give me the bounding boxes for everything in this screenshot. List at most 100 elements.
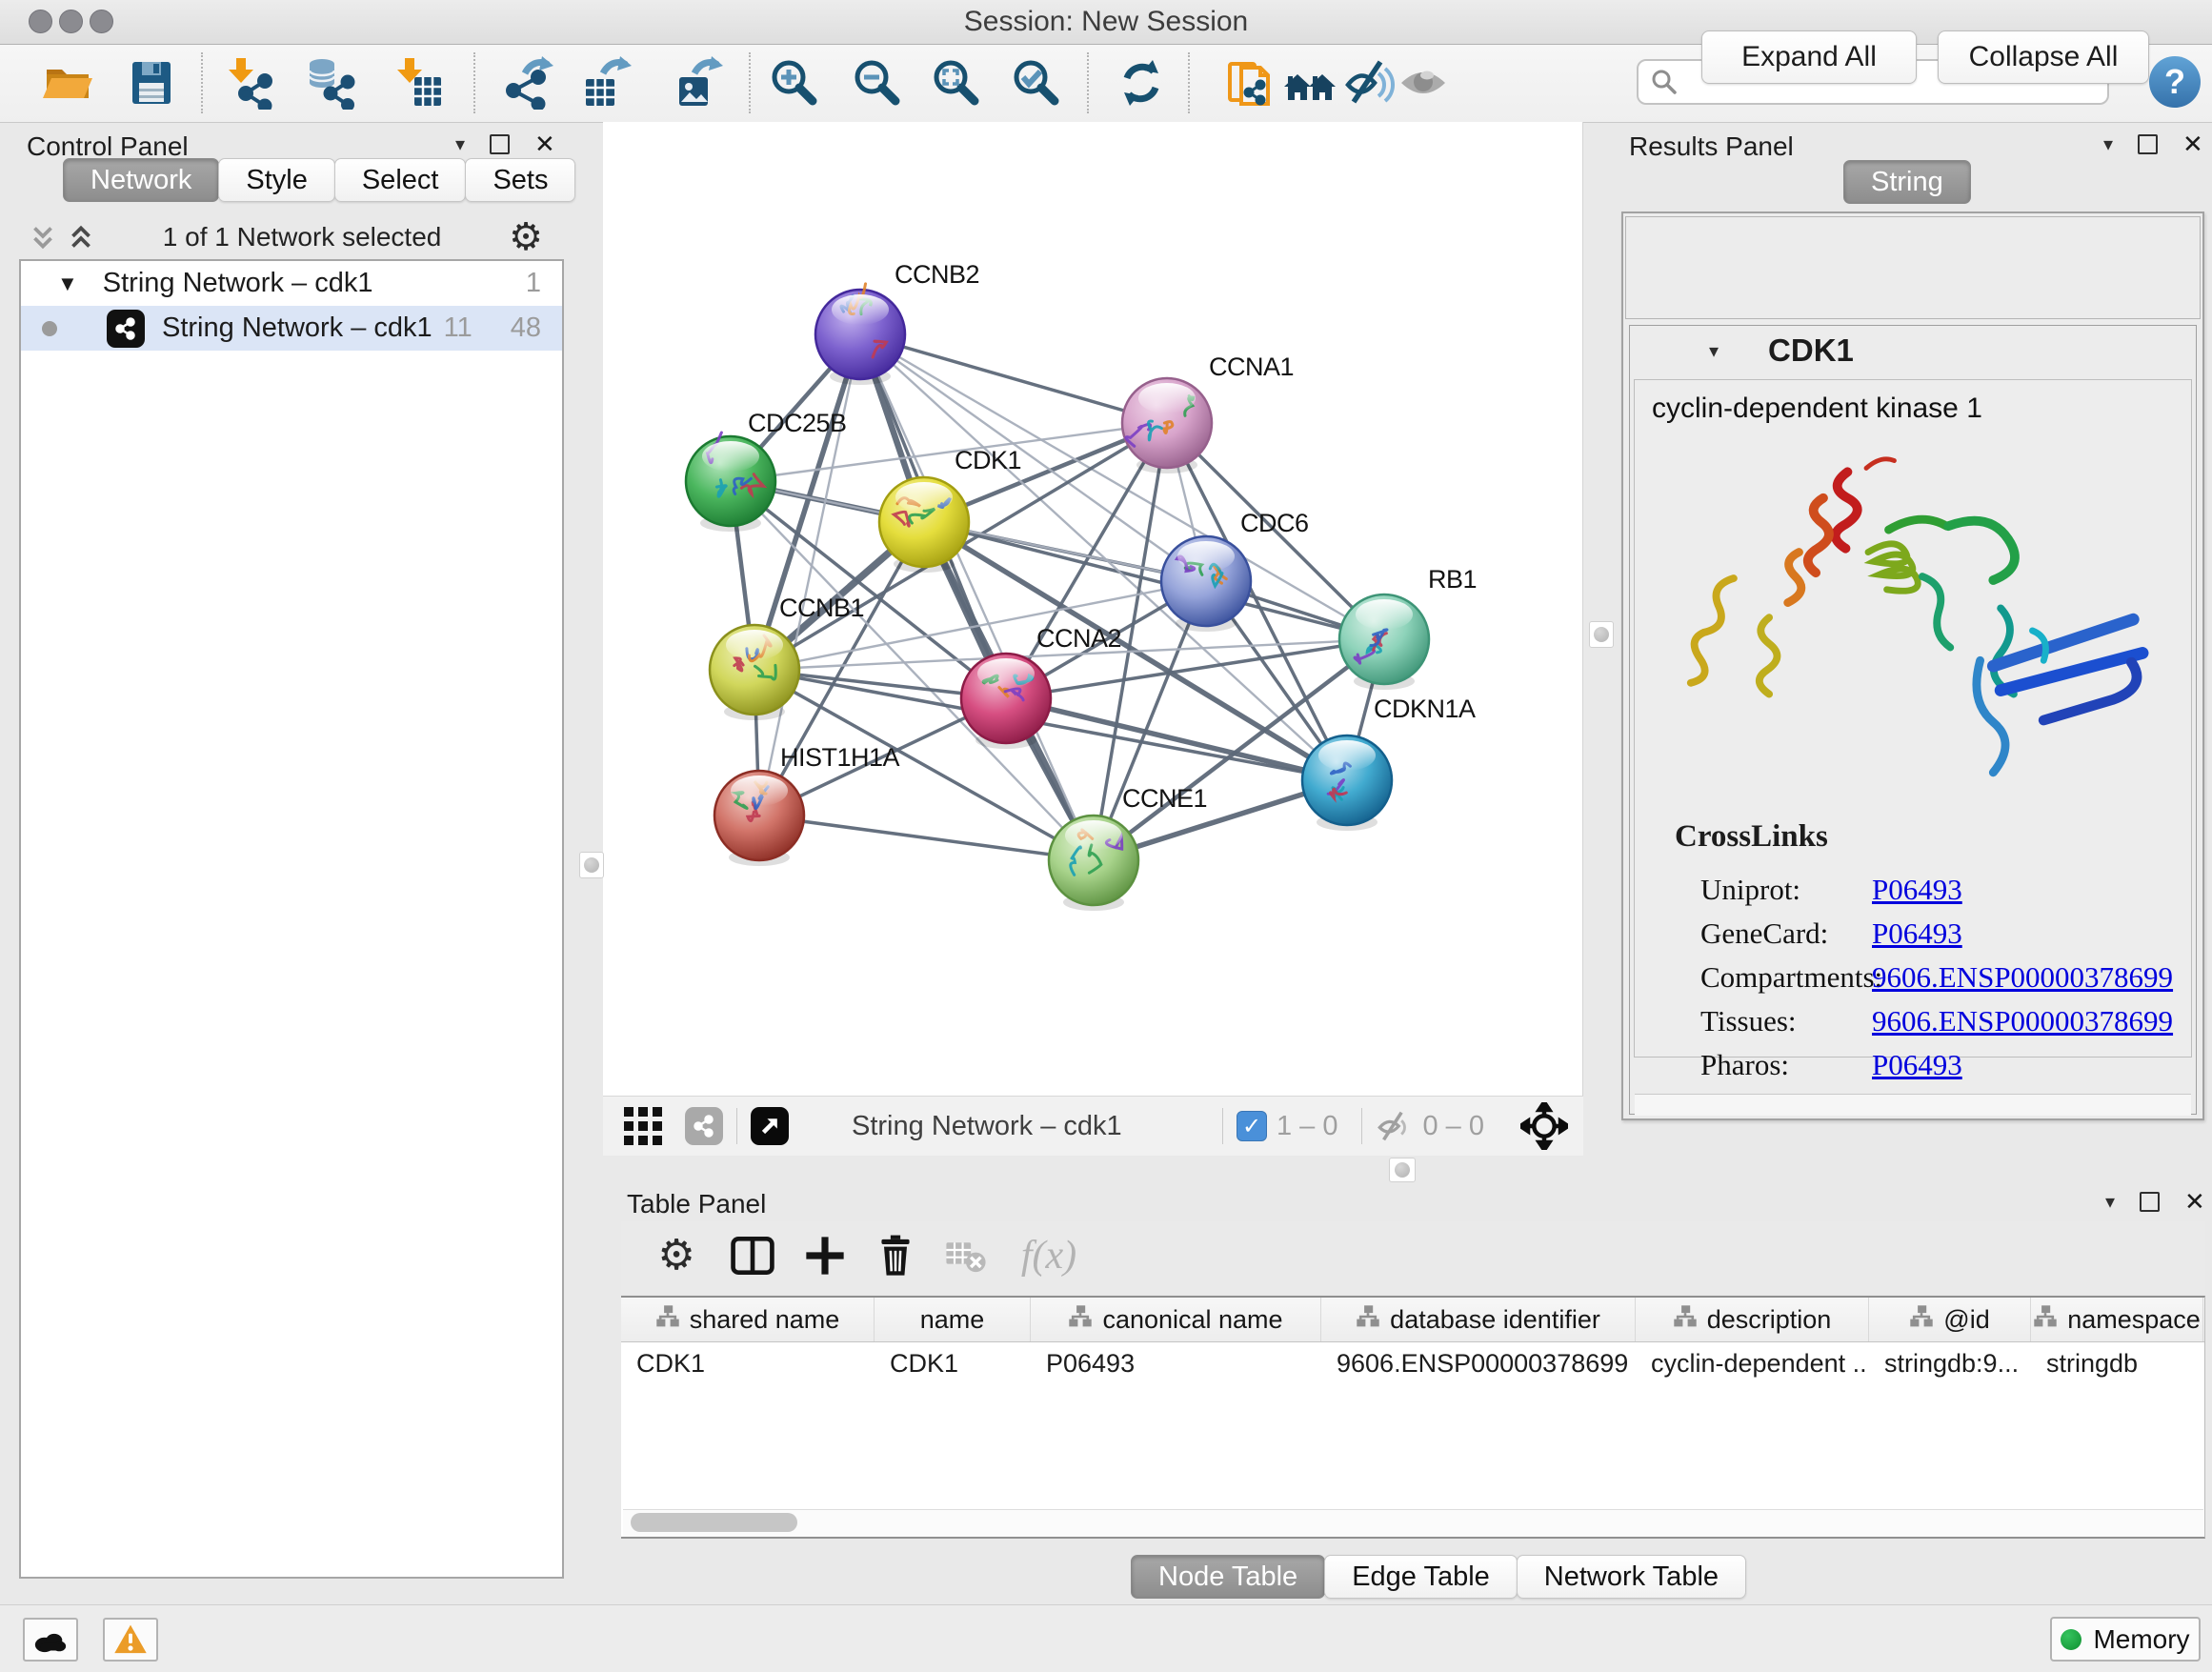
column-header--id[interactable]: @id	[1869, 1298, 2031, 1341]
cloud-button[interactable]	[23, 1618, 78, 1662]
cell-namespace[interactable]: stringdb	[2031, 1349, 2203, 1379]
crosslink-link[interactable]: 9606.ENSP00000378699	[1872, 1004, 2173, 1048]
gene-section-header[interactable]: ▾ CDK1	[1629, 325, 2197, 376]
expand-all-button[interactable]: Expand All	[1701, 30, 1917, 84]
node-CDKN1A[interactable]	[1302, 735, 1392, 831]
collapse-panel-icon[interactable]: ▾	[455, 132, 465, 156]
column-header-description[interactable]: description	[1636, 1298, 1869, 1341]
node-CCNB1[interactable]	[710, 625, 799, 720]
column-header-namespace[interactable]: namespace	[2031, 1298, 2203, 1341]
node-CCNE1[interactable]	[1049, 816, 1138, 911]
bottom-splitter-handle[interactable]	[1389, 1158, 1416, 1182]
create-column-icon[interactable]	[796, 1227, 854, 1284]
left-splitter-handle[interactable]	[579, 852, 604, 878]
memory-button[interactable]: Memory	[2050, 1617, 2201, 1662]
string-view-icon[interactable]	[685, 1107, 723, 1145]
edge-HIST1H1A-CCNE1[interactable]	[759, 816, 1094, 860]
cell-canonical-name[interactable]: P06493	[1031, 1349, 1321, 1379]
zoom-fit-icon[interactable]	[929, 55, 984, 111]
crosslink-link[interactable]: P06493	[1872, 917, 1962, 960]
export-image-icon[interactable]	[669, 55, 724, 111]
collapse-panel-icon[interactable]: ▾	[2103, 132, 2113, 156]
network-from-selection-icon[interactable]	[1225, 55, 1280, 111]
results-scrollbar[interactable]	[1635, 1094, 2191, 1116]
tab-network[interactable]: Network	[63, 158, 219, 202]
network-row[interactable]: String Network – cdk1 11 48	[21, 306, 562, 351]
crosshair-move-icon[interactable]	[1520, 1102, 1568, 1150]
cell-database-identifier[interactable]: 9606.ENSP00000378699	[1321, 1349, 1636, 1379]
hide-selected-icon[interactable]	[1341, 55, 1397, 111]
delete-column-icon[interactable]	[867, 1227, 924, 1284]
cell-shared-name[interactable]: CDK1	[621, 1349, 875, 1379]
float-panel-icon[interactable]	[2138, 134, 2158, 154]
tab-string[interactable]: String	[1843, 160, 1970, 204]
cell--id[interactable]: stringdb:9...	[1869, 1349, 2031, 1379]
network-collection-row[interactable]: ▼ String Network – cdk1 1	[21, 261, 562, 306]
node-CDK1[interactable]	[879, 477, 969, 573]
tab-network-table[interactable]: Network Table	[1517, 1555, 1746, 1599]
show-all-icon[interactable]	[1397, 55, 1452, 111]
import-table-file-icon[interactable]	[391, 55, 446, 111]
first-neighbors-icon[interactable]	[1282, 55, 1337, 111]
node-CCNA1[interactable]	[1122, 378, 1212, 473]
zoom-selected-icon[interactable]	[1009, 55, 1064, 111]
node-HIST1H1A[interactable]	[714, 771, 804, 866]
node-RB1[interactable]	[1339, 594, 1429, 690]
column-header-database-identifier[interactable]: database identifier	[1321, 1298, 1636, 1341]
crosslink-link[interactable]: P06493	[1872, 873, 1962, 917]
open-in-window-icon[interactable]	[751, 1107, 789, 1145]
open-session-icon[interactable]	[40, 55, 95, 111]
network-options-gear-icon[interactable]: ⚙	[509, 218, 543, 256]
gene-collapse-icon[interactable]: ▾	[1709, 339, 1719, 363]
tab-node-table[interactable]: Node Table	[1131, 1555, 1325, 1599]
import-network-database-icon[interactable]	[302, 55, 357, 111]
scrollbar-thumb[interactable]	[631, 1513, 797, 1532]
tab-sets[interactable]: Sets	[465, 158, 575, 202]
selected-nodes-checkbox-icon[interactable]: ✓	[1237, 1111, 1267, 1141]
collapse-all-icon[interactable]	[29, 222, 57, 252]
export-table-icon[interactable]	[577, 55, 633, 111]
table-options-gear-icon[interactable]: ⚙	[648, 1227, 705, 1284]
column-header-name[interactable]: name	[875, 1298, 1031, 1341]
close-panel-icon[interactable]: ✕	[534, 130, 555, 159]
save-session-icon[interactable]	[124, 55, 179, 111]
export-network-icon[interactable]	[499, 55, 554, 111]
help-icon[interactable]: ?	[2149, 56, 2201, 108]
cell-name[interactable]: CDK1	[875, 1349, 1031, 1379]
function-builder-icon[interactable]: f(x)	[1006, 1227, 1092, 1284]
expand-all-icon[interactable]	[67, 222, 95, 252]
node-CDC6[interactable]	[1161, 536, 1251, 632]
tab-select[interactable]: Select	[334, 158, 467, 202]
collection-expand-icon[interactable]: ▼	[57, 272, 78, 296]
table-horizontal-scrollbar[interactable]	[623, 1509, 2203, 1537]
grid-view-icon[interactable]	[624, 1105, 666, 1147]
column-header-canonical-name[interactable]: canonical name	[1031, 1298, 1321, 1341]
edge-CCNB2-CCNE1[interactable]	[860, 334, 1094, 860]
zoom-out-icon[interactable]	[850, 55, 905, 111]
collapse-panel-icon[interactable]: ▾	[2105, 1190, 2115, 1214]
warnings-button[interactable]	[103, 1618, 158, 1662]
tab-edge-table[interactable]: Edge Table	[1324, 1555, 1518, 1599]
float-panel-icon[interactable]	[490, 134, 510, 154]
edge-CCNB2-CCNA1[interactable]	[860, 334, 1167, 423]
delete-table-icon[interactable]	[937, 1227, 995, 1284]
close-panel-icon[interactable]: ✕	[2182, 130, 2203, 159]
crosslink-link[interactable]: 9606.ENSP00000378699	[1872, 960, 2173, 1004]
cell-description[interactable]: cyclin-dependent ...	[1636, 1349, 1869, 1379]
column-header-shared-name[interactable]: shared name	[621, 1298, 875, 1341]
collapse-all-button[interactable]: Collapse All	[1938, 30, 2149, 84]
float-panel-icon[interactable]	[2140, 1192, 2160, 1212]
show-columns-icon[interactable]	[724, 1227, 781, 1284]
tab-style[interactable]: Style	[218, 158, 334, 202]
table-row[interactable]: CDK1CDK1P064939606.ENSP00000378699cyclin…	[621, 1342, 2204, 1385]
import-network-file-icon[interactable]	[220, 55, 275, 111]
zoom-in-icon[interactable]	[767, 55, 822, 111]
hidden-eye-icon[interactable]	[1376, 1107, 1414, 1145]
right-splitter-handle[interactable]	[1589, 621, 1614, 648]
edge-CDK1-RB1[interactable]	[924, 522, 1384, 639]
crosslink-link[interactable]: P06493	[1872, 1048, 1962, 1092]
refresh-view-icon[interactable]	[1114, 55, 1169, 111]
close-panel-icon[interactable]: ✕	[2184, 1187, 2205, 1217]
network-canvas[interactable]: CCNB2CCNA1CDC25BCDK1CDC6RB1CCNB1CCNA2CDK…	[603, 122, 1583, 1096]
string-network-graph[interactable]: CCNB2CCNA1CDC25BCDK1CDC6RB1CCNB1CCNA2CDK…	[603, 122, 1583, 1096]
